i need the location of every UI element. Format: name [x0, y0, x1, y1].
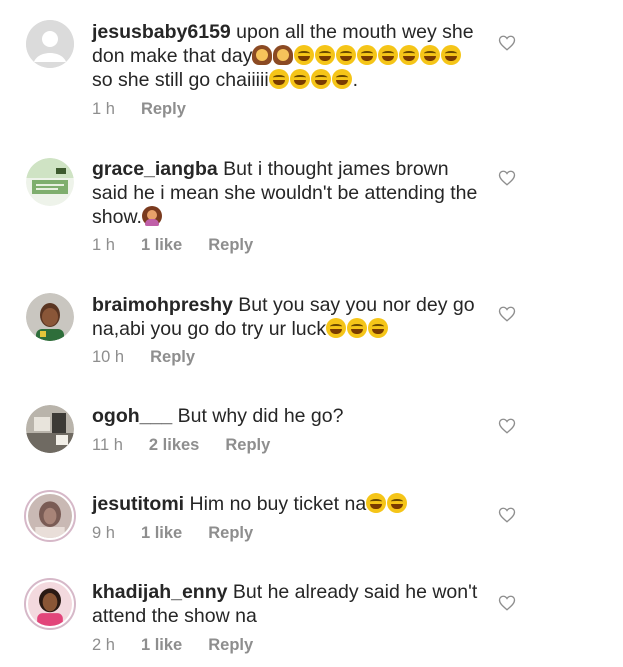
- comment-time: 11 h: [92, 436, 123, 454]
- heart-outline-icon[interactable]: [498, 34, 516, 52]
- default-avatar-icon: [26, 20, 74, 68]
- likes-count[interactable]: 1 like: [141, 524, 182, 543]
- laughing-emoji-icon: [326, 318, 347, 338]
- comment-time: 1 h: [92, 236, 115, 254]
- reply-button[interactable]: Reply: [225, 436, 270, 455]
- heart-outline-icon[interactable]: [498, 594, 516, 612]
- heart-outline-icon[interactable]: [498, 305, 516, 323]
- reply-button[interactable]: Reply: [208, 524, 253, 543]
- heart-outline-icon[interactable]: [498, 506, 516, 524]
- avatar-image: [26, 293, 74, 341]
- comment-text: grace_iangba But i thought james brown s…: [92, 157, 484, 229]
- comment-meta: 2 h 1 like Reply: [92, 636, 253, 655]
- avatar-image: [26, 158, 74, 206]
- avatar-image: [28, 494, 72, 538]
- laughing-emoji-icon: [331, 69, 352, 89]
- comment-username[interactable]: khadijah_enny: [92, 581, 227, 603]
- laughing-emoji-icon: [420, 45, 441, 65]
- heart-outline-icon[interactable]: [498, 417, 516, 435]
- comment-username[interactable]: ogoh___: [92, 405, 172, 427]
- laughing-emoji-icon: [357, 45, 378, 65]
- laughing-emoji-icon: [315, 45, 336, 65]
- laughing-emoji-icon: [336, 45, 357, 65]
- likes-count[interactable]: 1 like: [141, 236, 182, 255]
- comment-meta: 9 h 1 like Reply: [92, 524, 253, 543]
- avatar[interactable]: [26, 405, 74, 453]
- woman-tipping-hand-emoji-icon: [141, 206, 162, 226]
- reply-button[interactable]: Reply: [208, 236, 253, 255]
- laughing-emoji-icon: [387, 493, 408, 513]
- avatar[interactable]: [26, 20, 74, 68]
- comment-time: 10 h: [92, 348, 125, 366]
- laughing-emoji-icon: [441, 45, 462, 65]
- heart-outline-icon[interactable]: [498, 169, 516, 187]
- laughing-emoji-icon: [368, 318, 389, 338]
- comment-text: jesutitomi Him no buy ticket na: [92, 492, 484, 516]
- laughing-emoji-icon: [310, 69, 331, 89]
- avatar[interactable]: [26, 158, 74, 206]
- laughing-emoji-icon: [366, 493, 387, 513]
- reply-button[interactable]: Reply: [150, 348, 195, 367]
- comment-username[interactable]: jesutitomi: [92, 493, 184, 515]
- comment-body: But why did he go?: [172, 405, 344, 427]
- avatar[interactable]: [26, 293, 74, 341]
- avatar[interactable]: [24, 578, 76, 630]
- comment-meta: 10 h Reply: [92, 348, 195, 367]
- laughing-emoji-icon: [399, 45, 420, 65]
- laughing-emoji-icon: [378, 45, 399, 65]
- reply-button[interactable]: Reply: [208, 636, 253, 655]
- comment-text: khadijah_enny But he already said he won…: [92, 580, 484, 628]
- avatar-image: [26, 405, 74, 453]
- comment-text: braimohpreshy But you say you nor dey go…: [92, 293, 484, 341]
- comment-meta: 11 h 2 likes Reply: [92, 436, 270, 455]
- woman-emoji-icon: [273, 45, 294, 65]
- comment-body: Him no buy ticket na: [184, 493, 367, 515]
- comment-body: so she still go chaiiiii: [92, 69, 269, 91]
- woman-emoji-icon: [252, 45, 273, 65]
- comment-username[interactable]: braimohpreshy: [92, 294, 233, 316]
- comment-text: jesusbaby6159 upon all the mouth wey she…: [92, 20, 484, 92]
- comment-meta: 1 h Reply: [92, 100, 186, 119]
- laughing-emoji-icon: [294, 45, 315, 65]
- comment-time: 1 h: [92, 100, 115, 118]
- likes-count[interactable]: 1 like: [141, 636, 182, 655]
- avatar[interactable]: [24, 490, 76, 542]
- avatar-image: [28, 582, 72, 626]
- laughing-emoji-icon: [289, 69, 310, 89]
- laughing-emoji-icon: [268, 69, 289, 89]
- comment-username[interactable]: grace_iangba: [92, 158, 218, 180]
- reply-button[interactable]: Reply: [141, 100, 186, 119]
- comment-body: .: [352, 69, 359, 91]
- comment-time: 2 h: [92, 636, 115, 654]
- laughing-emoji-icon: [347, 318, 368, 338]
- comment-time: 9 h: [92, 524, 115, 542]
- comment-username[interactable]: jesusbaby6159: [92, 21, 231, 43]
- comment-text: ogoh___ But why did he go?: [92, 404, 484, 428]
- comment-meta: 1 h 1 like Reply: [92, 236, 253, 255]
- likes-count[interactable]: 2 likes: [149, 436, 199, 455]
